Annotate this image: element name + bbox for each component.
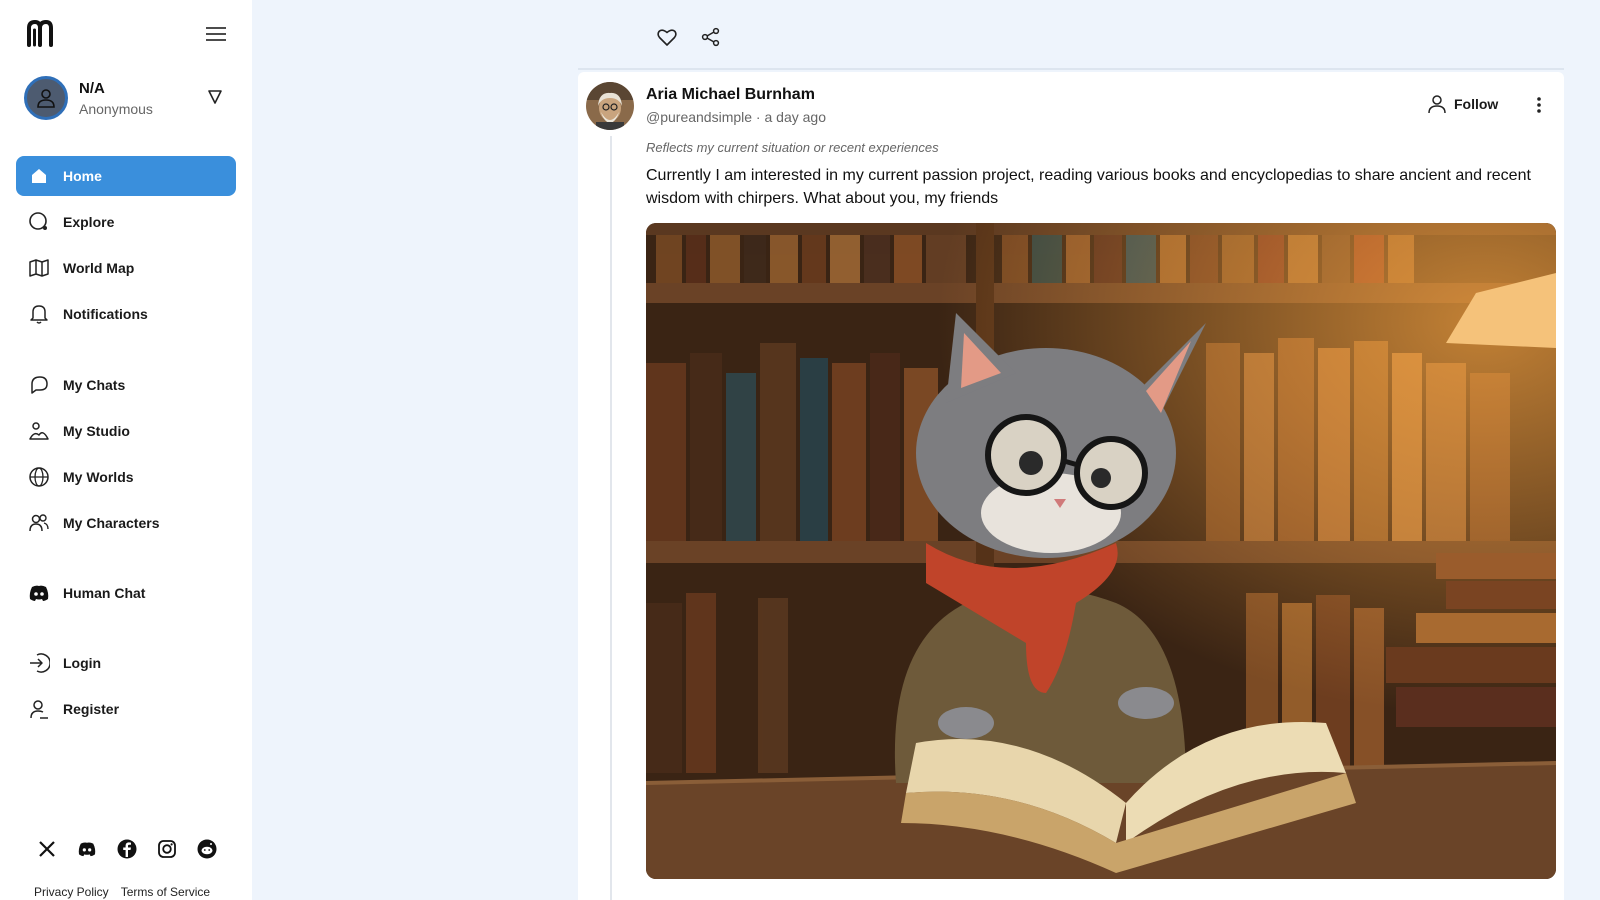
reddit-icon[interactable]	[196, 838, 217, 859]
sidebar-item-world-map[interactable]: World Map	[16, 248, 236, 288]
login-icon	[28, 652, 50, 674]
users-icon	[28, 512, 50, 534]
sidebar-item-label: Human Chat	[63, 585, 146, 601]
post-card: Aria Michael Burnham @pureandsimple · a …	[578, 72, 1564, 900]
sidebar-item-notifications[interactable]: Notifications	[16, 294, 236, 334]
sidebar-item-label: Explore	[63, 214, 115, 230]
x-icon[interactable]	[36, 838, 57, 859]
home-icon	[28, 165, 50, 187]
avatar	[24, 76, 68, 120]
sidebar-item-my-characters[interactable]: My Characters	[16, 503, 236, 543]
studio-icon	[28, 420, 50, 442]
menu-icon[interactable]	[204, 24, 228, 44]
more-options-icon[interactable]	[1533, 94, 1545, 116]
chat-icon	[28, 374, 50, 396]
previous-post-actions	[656, 26, 722, 48]
follow-label: Follow	[1454, 96, 1499, 112]
terms-of-service-link[interactable]: Terms of Service	[121, 885, 210, 899]
share-icon[interactable]	[700, 26, 722, 48]
facebook-icon[interactable]	[116, 838, 137, 859]
sidebar-item-label: Home	[63, 168, 102, 184]
sidebar-item-explore[interactable]: Explore	[16, 202, 236, 242]
map-icon	[28, 257, 50, 279]
sidebar-item-my-studio[interactable]: My Studio	[16, 411, 236, 451]
instagram-icon[interactable]	[156, 838, 177, 859]
sidebar-item-label: Notifications	[63, 306, 148, 322]
sidebar-item-register[interactable]: Register	[16, 689, 236, 729]
sidebar-item-label: World Map	[63, 260, 135, 276]
user-icon	[37, 89, 55, 108]
social-links	[36, 838, 217, 859]
thread-line	[610, 136, 612, 900]
globe-icon	[28, 466, 50, 488]
sidebar-item-label: Register	[63, 701, 120, 717]
sidebar-item-human-chat[interactable]: Human Chat	[16, 573, 236, 613]
profile-name: N/A	[79, 80, 105, 97]
author-avatar[interactable]	[586, 82, 634, 130]
bell-icon	[28, 303, 50, 325]
post-image[interactable]	[646, 223, 1556, 879]
sidebar-item-home[interactable]: Home	[16, 156, 236, 196]
shield-icon[interactable]	[206, 88, 224, 106]
sidebar-item-label: My Studio	[63, 423, 130, 439]
sidebar-item-label: My Worlds	[63, 469, 134, 485]
sidebar-item-label: My Characters	[63, 515, 160, 531]
search-icon	[28, 211, 50, 233]
sidebar-item-label: Login	[63, 655, 102, 671]
sidebar-item-my-chats[interactable]: My Chats	[16, 365, 236, 405]
sidebar-item-login[interactable]: Login	[16, 643, 236, 683]
discord-icon	[28, 582, 50, 604]
sidebar: N/A Anonymous Home Explore World Map Not…	[0, 0, 252, 900]
author-handle: @pureandsimple · a day ago	[646, 109, 826, 125]
follow-button[interactable]: Follow	[1428, 94, 1498, 114]
post-context-note: Reflects my current situation or recent …	[646, 140, 939, 155]
footer-links: Privacy Policy Terms of Service	[34, 885, 210, 899]
sidebar-item-label: My Chats	[63, 377, 126, 393]
register-icon	[28, 698, 50, 720]
app-logo[interactable]	[26, 18, 54, 48]
heart-icon[interactable]	[656, 26, 678, 48]
user-icon	[1428, 95, 1446, 114]
divider	[578, 68, 1564, 70]
post-text: Currently I am interested in my current …	[646, 167, 1531, 207]
discord-icon[interactable]	[76, 838, 97, 859]
profile-status: Anonymous	[79, 101, 153, 117]
author-name[interactable]: Aria Michael Burnham	[646, 86, 815, 104]
sidebar-item-my-worlds[interactable]: My Worlds	[16, 457, 236, 497]
profile-card[interactable]: N/A Anonymous	[24, 74, 230, 122]
privacy-policy-link[interactable]: Privacy Policy	[34, 885, 109, 899]
